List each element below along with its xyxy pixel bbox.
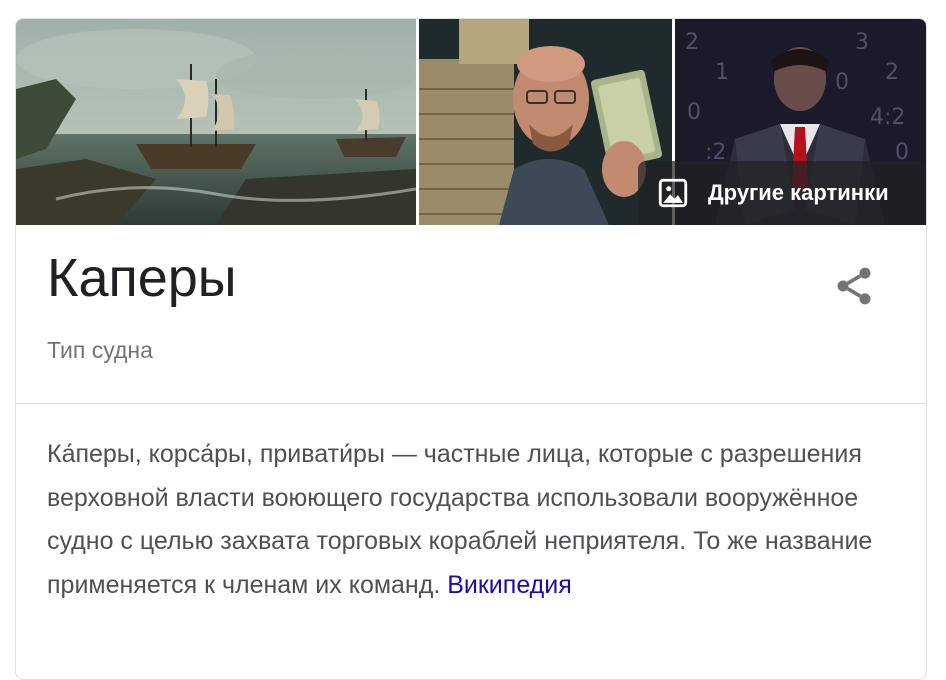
svg-text:3: 3 xyxy=(855,30,869,55)
image-sailing-ships[interactable] xyxy=(16,19,416,225)
image-man-with-money[interactable] xyxy=(419,19,672,225)
svg-text:2: 2 xyxy=(685,30,699,55)
svg-text:0: 0 xyxy=(835,70,849,95)
svg-text:2: 2 xyxy=(885,60,899,85)
svg-text:0: 0 xyxy=(687,100,701,125)
svg-text:1: 1 xyxy=(715,60,729,85)
divider xyxy=(16,403,926,404)
entity-title: Каперы xyxy=(47,248,237,308)
image-icon xyxy=(656,176,690,210)
svg-text:4:2: 4:2 xyxy=(870,105,905,130)
man-with-money-image xyxy=(419,19,672,225)
entity-description: Ка́перы, корса́ры, привати́ры — частные … xyxy=(47,433,907,607)
more-images-button[interactable]: Другие картинки xyxy=(638,161,926,225)
more-images-label: Другие картинки xyxy=(708,180,889,205)
knowledge-panel: 210 :2 3 2 4:2 0 0 Другие картинки Капер… xyxy=(15,18,927,680)
wikipedia-link[interactable]: Википедия xyxy=(447,571,572,599)
entity-subtitle: Тип судна xyxy=(47,337,153,363)
sailing-ships-image xyxy=(16,19,416,225)
image-strip: 210 :2 3 2 4:2 0 0 Другие картинки xyxy=(16,19,926,225)
share-button[interactable] xyxy=(832,264,876,308)
share-icon xyxy=(837,267,871,305)
